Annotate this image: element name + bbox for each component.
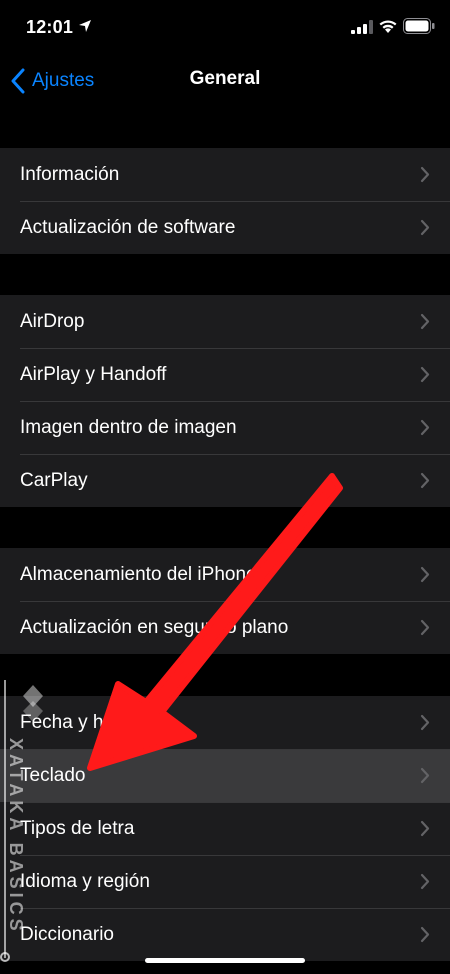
watermark-line: [4, 680, 6, 958]
settings-group-2: AirDrop AirPlay y Handoff Imagen dentro …: [0, 295, 450, 507]
settings-group-1: Información Actualización de software: [0, 148, 450, 254]
row-fecha-hora[interactable]: Fecha y hora: [0, 696, 450, 749]
chevron-right-icon: [420, 619, 430, 636]
status-time: 12:01: [26, 17, 74, 37]
location-arrow-icon: [79, 20, 91, 32]
battery-icon: [403, 18, 435, 34]
chevron-right-icon: [420, 472, 430, 489]
row-label: Actualización de software: [20, 216, 236, 238]
watermark-logo-icon: [23, 685, 43, 722]
wifi-icon: [379, 20, 397, 33]
row-diccionario[interactable]: Diccionario: [0, 908, 450, 961]
row-informacion[interactable]: Información: [0, 148, 450, 201]
row-almacenamiento[interactable]: Almacenamiento del iPhone: [0, 548, 450, 601]
chevron-right-icon: [420, 873, 430, 890]
row-label: AirPlay y Handoff: [20, 363, 167, 385]
status-bar: 12:01: [0, 0, 450, 56]
watermark-dot-icon: [0, 952, 10, 962]
row-teclado[interactable]: Teclado: [0, 749, 450, 802]
row-label: AirDrop: [20, 310, 85, 332]
row-label: Tipos de letra: [20, 817, 135, 839]
chevron-right-icon: [420, 219, 430, 236]
row-carplay[interactable]: CarPlay: [0, 454, 450, 507]
chevron-right-icon: [420, 714, 430, 731]
row-label: Diccionario: [20, 923, 114, 945]
chevron-right-icon: [420, 366, 430, 383]
row-label: CarPlay: [20, 469, 88, 491]
settings-group-3: Almacenamiento del iPhone Actualización …: [0, 548, 450, 654]
row-imagen-dentro-imagen[interactable]: Imagen dentro de imagen: [0, 401, 450, 454]
chevron-right-icon: [420, 566, 430, 583]
row-idioma-region[interactable]: Idioma y región: [0, 855, 450, 908]
chevron-right-icon: [420, 926, 430, 943]
row-label: Actualización en segundo plano: [20, 616, 289, 638]
chevron-right-icon: [420, 767, 430, 784]
page-title: General: [189, 68, 261, 89]
row-airdrop[interactable]: AirDrop: [0, 295, 450, 348]
row-actualizacion-software[interactable]: Actualización de software: [0, 201, 450, 254]
chevron-right-icon: [420, 820, 430, 837]
row-actualizacion-segundo-plano[interactable]: Actualización en segundo plano: [0, 601, 450, 654]
navigation-bar: Ajustes General: [0, 56, 450, 106]
settings-group-4: Fecha y hora Teclado Tipos de letra Idio…: [0, 696, 450, 961]
cellular-signal-icon: [351, 20, 373, 34]
row-label: Almacenamiento del iPhone: [20, 563, 257, 585]
chevron-right-icon: [420, 313, 430, 330]
home-indicator[interactable]: [145, 958, 305, 963]
chevron-right-icon: [420, 419, 430, 436]
row-label: Imagen dentro de imagen: [20, 416, 237, 438]
row-label: Información: [20, 163, 120, 185]
row-tipos-letra[interactable]: Tipos de letra: [0, 802, 450, 855]
row-airplay-handoff[interactable]: AirPlay y Handoff: [0, 348, 450, 401]
row-label: Idioma y región: [20, 870, 150, 892]
chevron-right-icon: [420, 166, 430, 183]
row-label: Teclado: [20, 764, 86, 786]
